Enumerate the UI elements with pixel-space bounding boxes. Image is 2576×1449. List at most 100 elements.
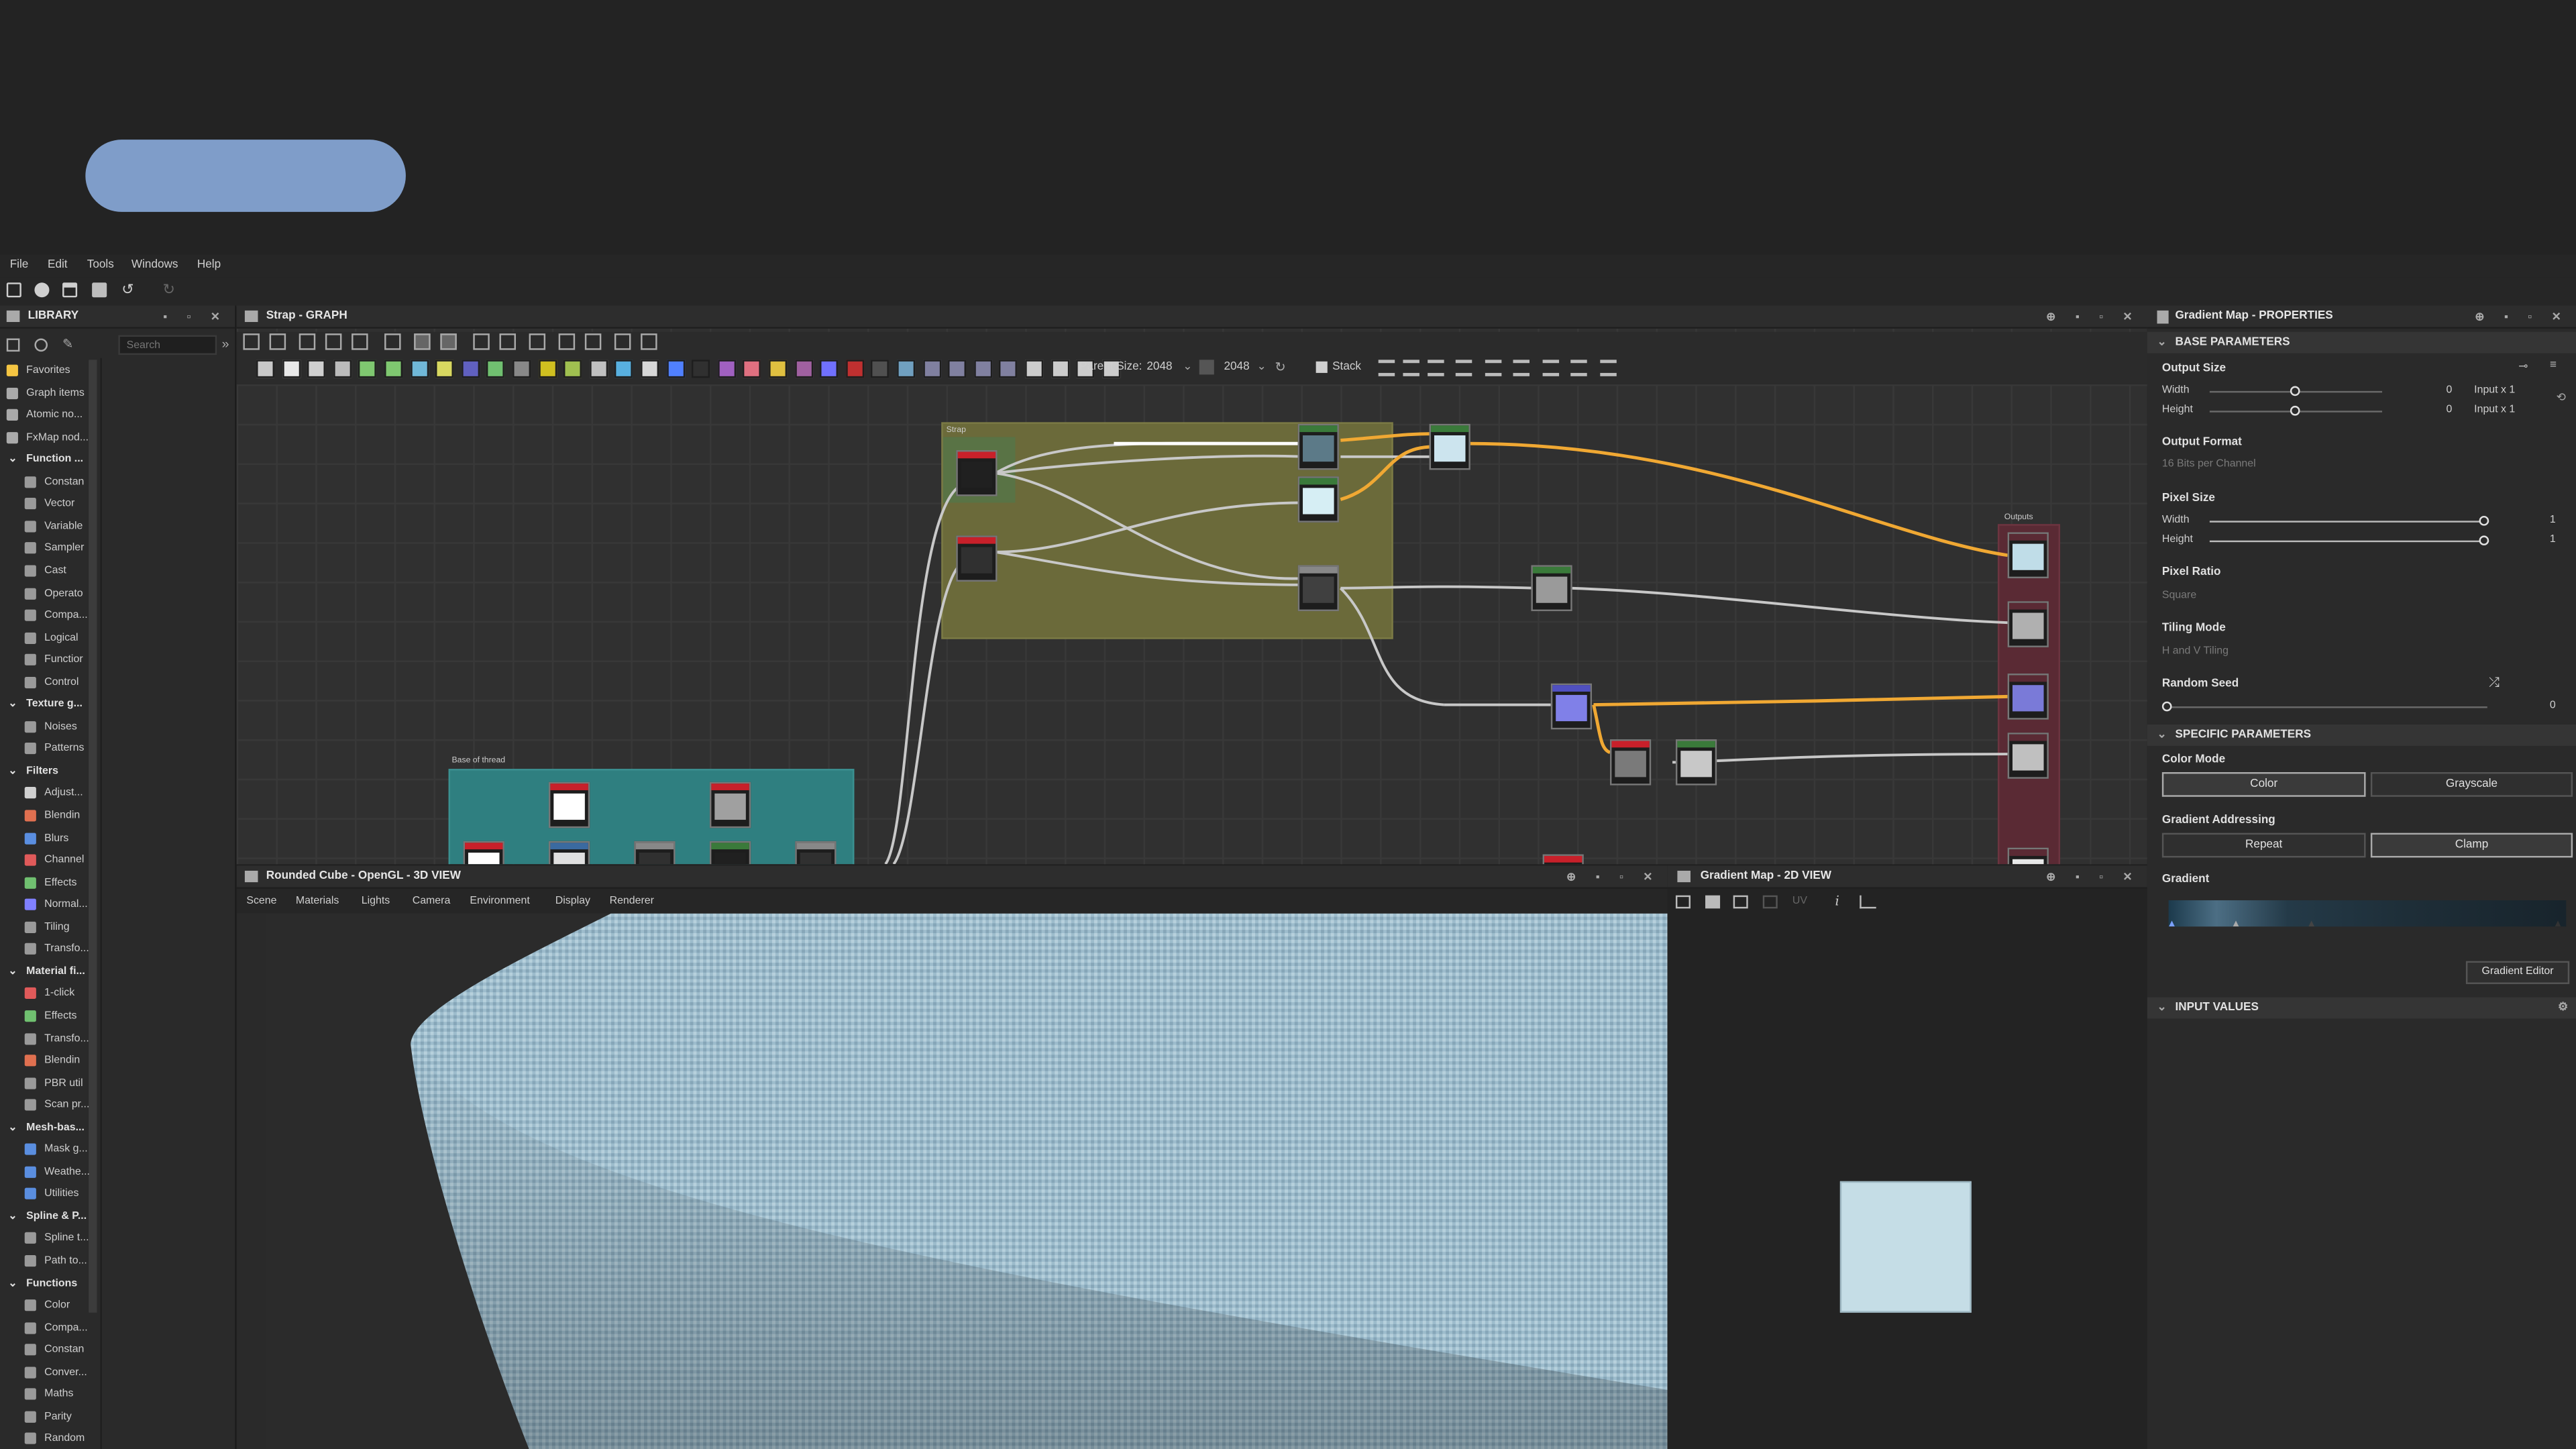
tiling-mode-dropdown[interactable]: H and V Tiling (2162, 645, 2573, 663)
pixel-height-slider[interactable] (2209, 540, 2489, 543)
gradient-editor-button[interactable]: Gradient Editor (2465, 961, 2570, 984)
library-category[interactable]: ⌄ Texture g... (0, 694, 99, 715)
library-item[interactable]: Constan (0, 471, 99, 492)
library-item[interactable]: 1-click (0, 983, 99, 1004)
library-item[interactable]: Scan pr... (0, 1094, 99, 1116)
graph-node[interactable] (795, 841, 837, 865)
output-height-value[interactable]: 0 (2447, 404, 2453, 415)
view-3d-menu-materials[interactable]: Materials (296, 896, 339, 907)
library-item[interactable]: Compa... (0, 604, 99, 626)
library-item[interactable]: Transfo... (0, 938, 99, 960)
library-item[interactable]: Blendin (0, 805, 99, 826)
chevron-down-icon[interactable]: ⌄ (8, 1276, 17, 1289)
library-item[interactable]: Compa... (0, 1317, 99, 1338)
output-width-knob[interactable] (2290, 386, 2300, 396)
repeat-button[interactable]: Repeat (2161, 833, 2366, 858)
tile-icon[interactable] (1762, 895, 1778, 909)
library-expand-icon[interactable]: » (222, 337, 229, 352)
library-item[interactable]: Random (0, 1428, 99, 1449)
link-param-icon[interactable]: ⊸ (2518, 360, 2528, 373)
color-mode-grayscale-button[interactable]: Grayscale (2370, 772, 2573, 797)
pixel-height-knob[interactable] (2479, 535, 2489, 546)
library-item[interactable]: Atomic no... (0, 405, 99, 426)
chevron-down-icon[interactable]: ⌄ (8, 697, 17, 710)
open-folder-icon[interactable] (62, 282, 78, 298)
chevron-down-icon[interactable]: ⌄ (8, 452, 17, 465)
chevron-down-icon[interactable]: ⌄ (8, 1209, 17, 1222)
library-item[interactable]: Spline t... (0, 1228, 99, 1249)
gradient-bar[interactable] (2168, 900, 2567, 927)
gradient-stop-2[interactable]: ▲ (2231, 920, 2241, 930)
base-parameters-section[interactable]: ⌄ BASE PARAMETERS (2147, 331, 2576, 354)
library-item[interactable]: Blurs (0, 827, 99, 849)
chevron-down-icon[interactable]: ⌄ (8, 764, 17, 777)
view-3d-menu-renderer[interactable]: Renderer (610, 896, 654, 907)
graph-node[interactable] (1675, 739, 1717, 786)
library-item[interactable]: Blendin (0, 1050, 99, 1071)
graph-node[interactable] (2007, 601, 2049, 647)
library-item[interactable]: Path to... (0, 1250, 99, 1272)
graph-node[interactable] (2007, 847, 2049, 865)
library-item[interactable]: Constan (0, 1339, 99, 1360)
clamp-button[interactable]: Clamp (2370, 833, 2573, 858)
link-ratio-icon[interactable]: ⟲ (2557, 391, 2566, 404)
library-item[interactable]: Vector (0, 493, 99, 515)
redo-icon[interactable]: ↻ (162, 282, 177, 297)
library-item[interactable]: Graph items (0, 382, 99, 404)
menu-tools[interactable]: Tools (87, 260, 114, 271)
library-item[interactable]: Sampler (0, 538, 99, 559)
view-3d-menu-environment[interactable]: Environment (470, 896, 529, 907)
pixel-height-value[interactable]: 1 (2550, 534, 2556, 545)
random-seed-knob[interactable] (2161, 701, 2172, 712)
graph-node[interactable] (1297, 423, 1339, 470)
menu-edit[interactable]: Edit (48, 260, 68, 271)
settings-gear-icon[interactable]: ⚙ (2558, 1000, 2568, 1014)
texture-preview[interactable] (1839, 1181, 1972, 1313)
library-edit-icon[interactable]: ✎ (62, 337, 73, 352)
view-3d-viewport[interactable] (266, 913, 1668, 1449)
export-icon[interactable] (1733, 895, 1748, 909)
uv-dropdown[interactable]: UV (1792, 896, 1807, 907)
random-seed-value[interactable]: 0 (2550, 700, 2556, 711)
library-item[interactable]: Noises (0, 716, 99, 737)
view-3d-menu-camera[interactable]: Camera (413, 896, 451, 907)
view-3d-menu-scene[interactable]: Scene (246, 896, 276, 907)
gradient-stop-4[interactable]: ▲ (2553, 920, 2563, 930)
graph-node[interactable] (709, 841, 751, 865)
graph-node[interactable] (2007, 532, 2049, 579)
library-category[interactable]: ⌄ Material fi... (0, 961, 99, 982)
library-item[interactable]: Operato (0, 582, 99, 604)
graph-node[interactable] (1610, 739, 1652, 786)
library-item[interactable]: Weathe... (0, 1161, 99, 1183)
graph-node[interactable] (634, 841, 676, 865)
graph-node[interactable] (956, 450, 998, 496)
library-item[interactable]: Channel (0, 849, 99, 871)
library-item[interactable]: Mask g... (0, 1139, 99, 1161)
undo-icon[interactable]: ↺ (121, 282, 136, 297)
input-values-section[interactable]: ⌄ INPUT VALUES ⚙ (2147, 997, 2576, 1019)
graph-node[interactable] (1297, 565, 1339, 612)
output-height-knob[interactable] (2290, 405, 2300, 416)
library-item[interactable]: Conver... (0, 1362, 99, 1383)
graph-node[interactable] (548, 841, 590, 865)
library-item[interactable]: Maths (0, 1384, 99, 1405)
graph-node[interactable] (2007, 733, 2049, 779)
library-item[interactable]: Transfo... (0, 1028, 99, 1049)
library-item[interactable]: Favorites (0, 360, 99, 381)
library-item[interactable]: Patterns (0, 738, 99, 759)
library-item[interactable]: Effects (0, 1006, 99, 1027)
library-item[interactable]: Utilities (0, 1183, 99, 1205)
library-item[interactable]: Logical (0, 627, 99, 649)
library-item[interactable]: Normal... (0, 894, 99, 916)
library-category[interactable]: ⌄ Filters (0, 761, 99, 782)
library-refresh-icon[interactable] (34, 338, 48, 352)
view-2d-window-buttons[interactable]: ⊕ ▪ ▫ ✕ (2046, 871, 2141, 883)
menu-file[interactable]: File (10, 260, 29, 271)
view-3d-menu-display[interactable]: Display (555, 896, 590, 907)
output-width-input[interactable]: Input x 1 (2474, 384, 2515, 396)
pixel-width-slider[interactable] (2209, 521, 2489, 523)
gradient-stop-1[interactable]: ▲ (2167, 920, 2177, 930)
chevron-down-icon[interactable]: ⌄ (8, 1120, 17, 1133)
library-window-buttons[interactable]: ▪ ▫ ✕ (163, 311, 228, 323)
output-format-dropdown[interactable]: 16 Bits per Channel (2162, 458, 2573, 476)
